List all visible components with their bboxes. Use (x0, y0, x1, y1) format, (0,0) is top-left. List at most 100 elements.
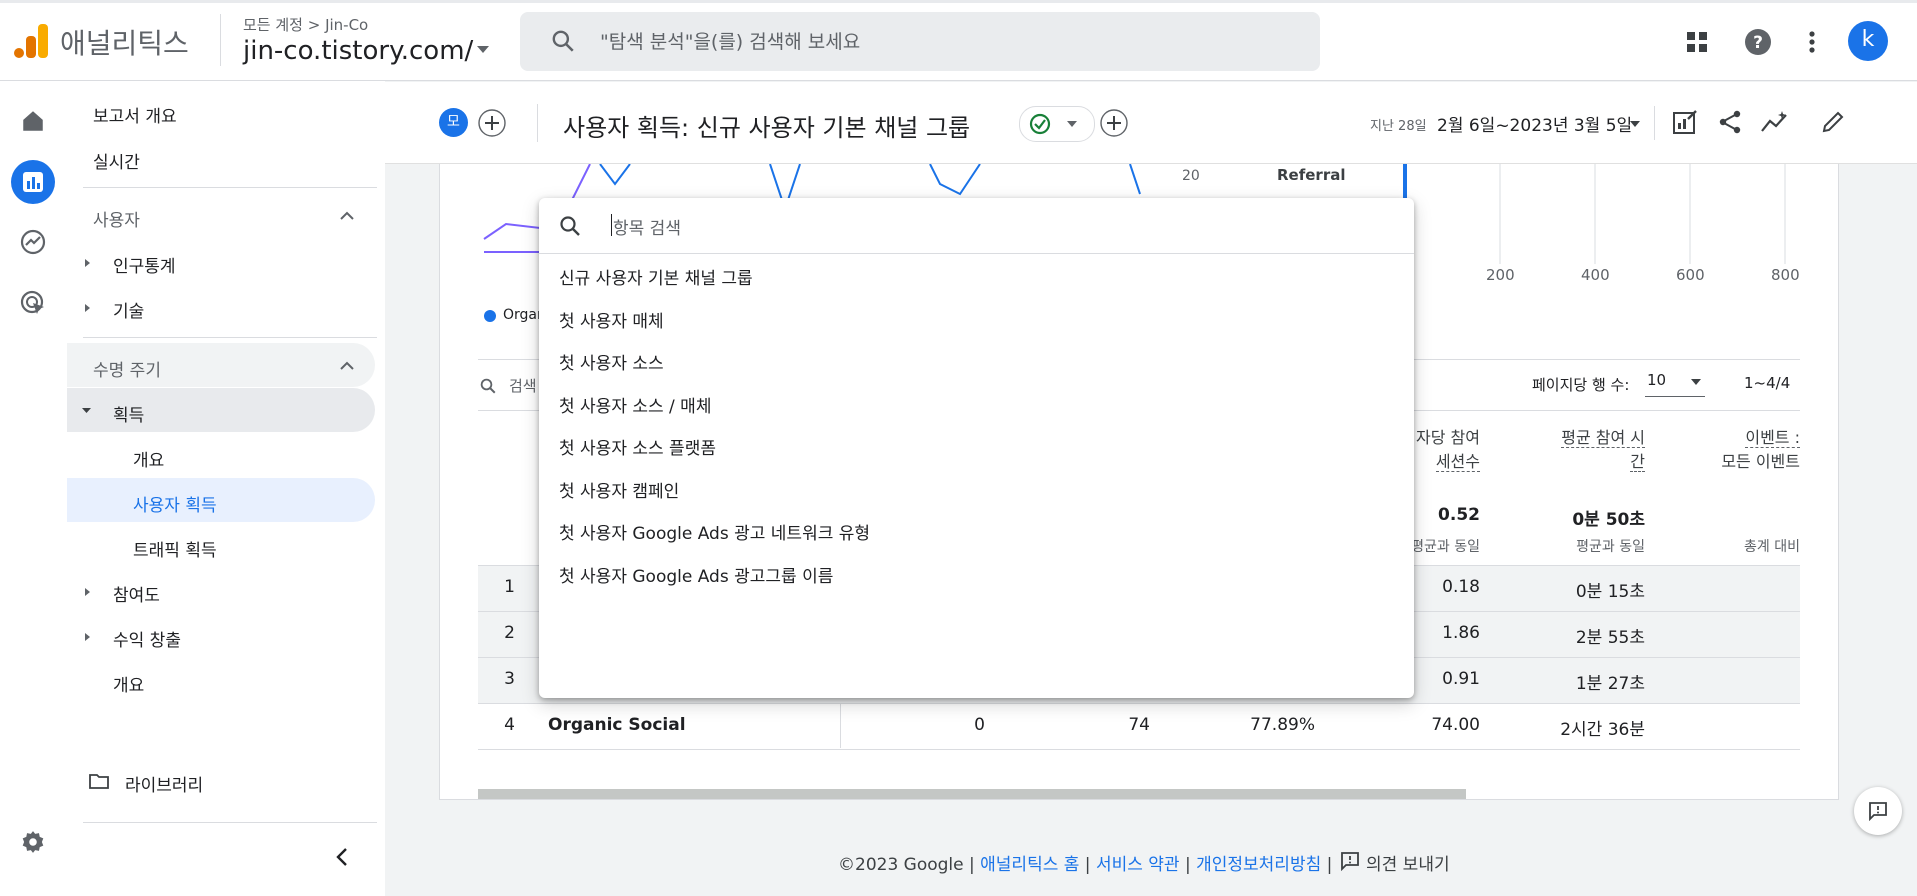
sidebar-item-user-acquisition[interactable]: 사용자 획득 (133, 491, 217, 516)
dimension-option[interactable]: 첫 사용자 소스 플랫폼 (559, 434, 716, 459)
sidebar-item-library[interactable]: 라이브러리 (125, 771, 203, 796)
select-underline (1645, 396, 1705, 397)
sidebar-divider (83, 822, 377, 823)
dimension-option[interactable]: 첫 사용자 매체 (559, 307, 664, 332)
customize-report-icon[interactable] (1672, 109, 1698, 135)
sidebar-item-monetization[interactable]: 수익 창출 (113, 626, 181, 651)
sidebar-item-acquisition[interactable]: 획득 (113, 401, 144, 426)
folder-icon (89, 774, 109, 789)
sidebar-item-tech[interactable]: 기술 (113, 297, 144, 322)
sidebar-item-engagement[interactable]: 참여도 (113, 581, 160, 606)
edit-icon[interactable] (1820, 109, 1846, 135)
chart-y-tick: 20 (1182, 168, 1200, 184)
check-circle-icon (1029, 113, 1051, 135)
sidebar-divider (83, 187, 377, 188)
column-header-events[interactable]: 이벤트 : 모든 이벤트 (1690, 424, 1800, 472)
feedback-icon (1341, 852, 1359, 871)
feedback-icon (1869, 802, 1887, 821)
comparison-chip[interactable]: 모 (439, 108, 468, 137)
sidebar-section-lifecycle[interactable]: 수명 주기 (93, 356, 161, 381)
column-divider (840, 703, 841, 748)
row-value: 77.89% (1250, 715, 1315, 735)
add-comparison-icon[interactable] (477, 108, 507, 138)
pagination-label: 1~4/4 (1744, 374, 1791, 392)
row-channel[interactable]: Organic Social (548, 715, 686, 735)
brand-name[interactable]: 애널리틱스 (60, 22, 189, 62)
rows-per-page-select[interactable]: 10 (1647, 371, 1666, 389)
account-name: jin-co.tistory.com/ (243, 36, 474, 66)
settings-icon[interactable] (20, 829, 46, 855)
row-avg-engagement: 0분 15초 (1575, 582, 1645, 602)
chart-x-tick: 200 (1486, 266, 1515, 284)
row-avg-engagement: 1분 27초 (1575, 674, 1645, 694)
row-value: 0 (974, 715, 985, 735)
column-header-avg-engagement[interactable]: 평균 참여 시간 (1520, 424, 1645, 472)
text-cursor (611, 214, 612, 236)
breadcrumb[interactable]: 모든 계정 > Jin-Co (243, 14, 368, 35)
dialog-divider (539, 253, 1414, 254)
search-icon (560, 216, 580, 236)
account-selector[interactable]: jin-co.tistory.com/ (243, 36, 473, 66)
table-search-input[interactable]: 검색 (509, 375, 537, 396)
sidebar-item-report-overview[interactable]: 보고서 개요 (93, 102, 177, 127)
row-index: 1 (504, 577, 515, 597)
sidebar-item-demographics[interactable]: 인구통계 (113, 252, 176, 277)
dimension-option[interactable]: 첫 사용자 캠페인 (559, 477, 679, 502)
column-header-line: 자당 참여 (1416, 428, 1480, 447)
caret-right-icon (85, 588, 90, 596)
global-search-input[interactable]: "탐색 분석"을(를) 검색해 보세요 (600, 27, 860, 54)
dimension-option[interactable]: 신규 사용자 기본 채널 그룹 (559, 264, 753, 289)
dimension-option[interactable]: 첫 사용자 Google Ads 광고 네트워크 유형 (559, 519, 870, 544)
chart-bar-label: Referral (1277, 166, 1346, 184)
feedback-link[interactable]: 의견 보내기 (1366, 850, 1450, 875)
apps-grid-icon[interactable] (1685, 30, 1709, 54)
sidebar-item-acq-overview[interactable]: 개요 (133, 446, 164, 471)
rows-per-page-label: 페이지당 행 수: (1532, 376, 1630, 394)
dimension-option[interactable]: 첫 사용자 Google Ads 광고그룹 이름 (559, 562, 833, 587)
caret-right-icon (85, 633, 90, 641)
footer-link-analytics-home[interactable]: 애널리틱스 홈 (980, 855, 1079, 875)
help-icon[interactable]: ? (1744, 28, 1772, 56)
caret-right-icon (85, 259, 90, 267)
date-range-label: 지난 28일 (1370, 119, 1427, 134)
footer-link-terms[interactable]: 서비스 약관 (1096, 855, 1180, 875)
row-avg-engagement: 2시간 36분 (1560, 720, 1645, 740)
caret-down-icon[interactable] (1690, 378, 1702, 386)
page-title: 사용자 획득: 신규 사용자 기본 채널 그룹 (563, 114, 971, 142)
insights-icon[interactable] (1760, 109, 1790, 135)
sidebar-item-realtime[interactable]: 실시간 (93, 148, 140, 173)
row-index: 2 (504, 623, 515, 643)
sidebar-item-traffic-acquisition[interactable]: 트래픽 획득 (133, 536, 217, 561)
column-header-line: 평균 참여 시 (1561, 428, 1645, 448)
footer-link-privacy[interactable]: 개인정보처리방침 (1196, 855, 1321, 875)
title-divider (537, 104, 538, 142)
more-vert-icon[interactable] (1806, 30, 1818, 54)
collapse-sidebar-icon[interactable] (336, 848, 348, 866)
avatar[interactable]: k (1848, 21, 1888, 61)
sidebar-divider (83, 337, 377, 338)
share-icon[interactable] (1717, 109, 1743, 135)
column-header-line: 세션수 (1435, 452, 1480, 472)
row-avg-engagement: 2분 55초 (1575, 628, 1645, 648)
caret-down-icon (82, 408, 91, 413)
row-sessions-per-user: 74.00 (1431, 715, 1480, 735)
chevron-up-icon[interactable] (340, 211, 354, 220)
dimension-search-input[interactable]: 항목 검색 (613, 214, 681, 239)
add-icon[interactable] (1099, 108, 1129, 138)
dimension-option[interactable]: 첫 사용자 소스 (559, 349, 664, 374)
header-divider (220, 14, 221, 66)
column-header-line: 간 (1630, 452, 1645, 472)
row-value: 74 (1128, 715, 1150, 735)
horizontal-scrollbar[interactable] (478, 789, 1466, 799)
sidebar-section-user[interactable]: 사용자 (93, 206, 140, 231)
dimension-option[interactable]: 첫 사용자 소스 / 매체 (559, 392, 711, 417)
home-icon[interactable] (20, 108, 46, 134)
chevron-up-icon[interactable] (340, 361, 354, 370)
advertising-icon[interactable] (20, 290, 46, 316)
footer: ©2023 Google | 애널리틱스 홈 | 서비스 약관 | 개인정보처리… (838, 855, 1333, 875)
explore-icon[interactable] (20, 229, 46, 255)
sidebar-item-overview[interactable]: 개요 (113, 671, 144, 696)
date-range-picker[interactable]: 2월 6일~2023년 3월 5일 (1437, 111, 1632, 136)
caret-down-icon[interactable] (1629, 120, 1641, 128)
caret-down-icon[interactable] (476, 45, 490, 55)
